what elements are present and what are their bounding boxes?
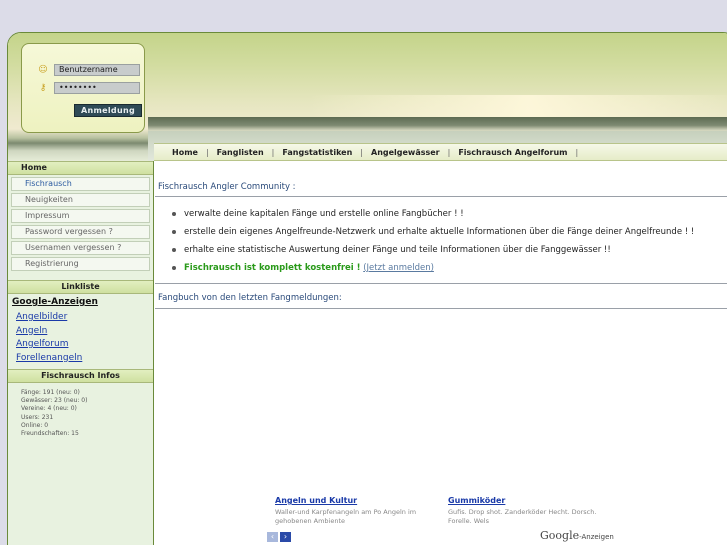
banner-sky-haze bbox=[308, 95, 727, 117]
free-text: Fischrausch ist komplett kostenfrei ! bbox=[184, 263, 361, 273]
nav-separator: | bbox=[447, 147, 451, 157]
divider bbox=[155, 283, 727, 284]
feature-item: erstelle dein eigenes Angelfreunde-Netzw… bbox=[172, 226, 694, 244]
ad-unit: Gummiköder Gufis. Drop shot. Zanderköder… bbox=[448, 496, 613, 526]
ad-description: Waller-und Karpfenangeln am Po Angeln im… bbox=[275, 508, 417, 525]
ad-link-angelforum[interactable]: Angelforum bbox=[8, 338, 153, 352]
google-ads-brand[interactable]: Google -Anzeigen bbox=[540, 529, 614, 542]
google-ads-suffix: -Anzeigen bbox=[579, 533, 614, 541]
sidebar-header-linkliste: Linkliste bbox=[8, 280, 153, 294]
sidebar-item-fischrausch[interactable]: Fischrausch bbox=[11, 177, 150, 191]
divider bbox=[155, 308, 727, 309]
login-box: ☺ Benutzername ⚷ •••••••• Anmeldung bbox=[21, 43, 145, 133]
page-frame: ☺ Benutzername ⚷ •••••••• Anmeldung Home… bbox=[7, 32, 727, 545]
sidebar-ads-title[interactable]: Google-Anzeigen bbox=[8, 297, 153, 307]
register-link[interactable]: (Jetzt anmelden) bbox=[363, 263, 434, 273]
ad-navigation: ‹ › bbox=[267, 532, 293, 542]
feature-item: verwalte deine kapitalen Fänge und erste… bbox=[172, 208, 694, 226]
nav-item-angelforum[interactable]: Fischrausch Angelforum bbox=[458, 148, 567, 157]
stat-vereine: Vereine: 4 (neu: 0) bbox=[21, 405, 77, 413]
chevron-right-icon[interactable]: › bbox=[280, 532, 291, 542]
sidebar-item-neuigkeiten[interactable]: Neuigkeiten bbox=[11, 193, 150, 207]
banner-tree-line bbox=[148, 117, 727, 131]
sidebar-ads: Google-Anzeigen Angelbilder Angeln Angel… bbox=[8, 294, 153, 368]
stat-gewaesser: Gewässer: 23 (neu: 0) bbox=[21, 397, 88, 405]
nav-separator: | bbox=[271, 147, 275, 157]
ad-unit: Angeln und Kultur Waller-und Karpfenange… bbox=[275, 496, 440, 526]
nav-item-home[interactable]: Home bbox=[172, 148, 198, 157]
password-row: ⚷ •••••••• bbox=[38, 82, 140, 94]
stat-online: Online: 0 bbox=[21, 421, 49, 429]
feature-item-free: Fischrausch ist komplett kostenfrei ! (J… bbox=[172, 262, 694, 280]
sidebar-item-password-vergessen[interactable]: Password vergessen ? bbox=[11, 225, 150, 239]
sidebar-item-usernamen-vergessen[interactable]: Usernamen vergessen ? bbox=[11, 241, 150, 255]
divider bbox=[155, 196, 727, 197]
ad-title[interactable]: Angeln und Kultur bbox=[275, 496, 440, 505]
login-button[interactable]: Anmeldung bbox=[74, 104, 142, 117]
ad-title[interactable]: Gummiköder bbox=[448, 496, 613, 505]
google-logo: Google bbox=[540, 529, 580, 542]
nav-separator: | bbox=[575, 147, 579, 157]
username-field[interactable]: Benutzername bbox=[54, 64, 140, 76]
main-nav: Home | Fanglisten | Fangstatistiken | An… bbox=[154, 143, 727, 161]
key-icon: ⚷ bbox=[39, 83, 47, 93]
site-stats: Fänge: 191 (neu: 0) Gewässer: 23 (neu: 0… bbox=[8, 383, 153, 438]
feature-item: erhalte eine statistische Auswertung dei… bbox=[172, 244, 694, 262]
nav-item-angelgewaesser[interactable]: Angelgewässer bbox=[371, 148, 440, 157]
sidebar-header-home: Home bbox=[8, 161, 153, 175]
stat-faenge: Fänge: 191 (neu: 0) bbox=[21, 389, 80, 396]
community-title: Fischrausch Angler Community : bbox=[158, 182, 296, 192]
ad-link-angeln[interactable]: Angeln bbox=[8, 325, 153, 339]
password-field[interactable]: •••••••• bbox=[54, 82, 140, 94]
nav-item-fangstatistiken[interactable]: Fangstatistiken bbox=[282, 148, 352, 157]
stat-freundschaften: Freundschaften: 15 bbox=[21, 430, 79, 438]
fangbuch-title: Fangbuch von den letzten Fangmeldungen: bbox=[158, 293, 342, 303]
stat-users: Users: 231 bbox=[21, 413, 54, 421]
ad-link-forellenangeln[interactable]: Forellenangeln bbox=[8, 352, 153, 366]
sidebar-item-registrierung[interactable]: Registrierung bbox=[11, 257, 150, 271]
nav-item-fanglisten[interactable]: Fanglisten bbox=[217, 148, 264, 157]
main-content: Fischrausch Angler Community : verwalte … bbox=[155, 161, 727, 545]
chevron-left-icon[interactable]: ‹ bbox=[267, 532, 278, 542]
feature-list: verwalte deine kapitalen Fänge und erste… bbox=[172, 208, 694, 280]
header-banner: ☺ Benutzername ⚷ •••••••• Anmeldung Home… bbox=[8, 33, 727, 161]
sidebar-item-impressum[interactable]: Impressum bbox=[11, 209, 150, 223]
sidebar-header-infos: Fischrausch Infos bbox=[8, 369, 153, 383]
user-icon: ☺ bbox=[38, 65, 48, 75]
nav-separator: | bbox=[360, 147, 363, 157]
nav-separator: | bbox=[205, 147, 209, 157]
sidebar: Home Fischrausch Neuigkeiten Impressum P… bbox=[8, 161, 154, 545]
ad-link-angelbilder[interactable]: Angelbilder bbox=[8, 311, 153, 325]
username-row: ☺ Benutzername bbox=[38, 64, 140, 76]
ad-description: Gufis. Drop shot. Zanderköder Hecht. Dor… bbox=[448, 508, 597, 525]
